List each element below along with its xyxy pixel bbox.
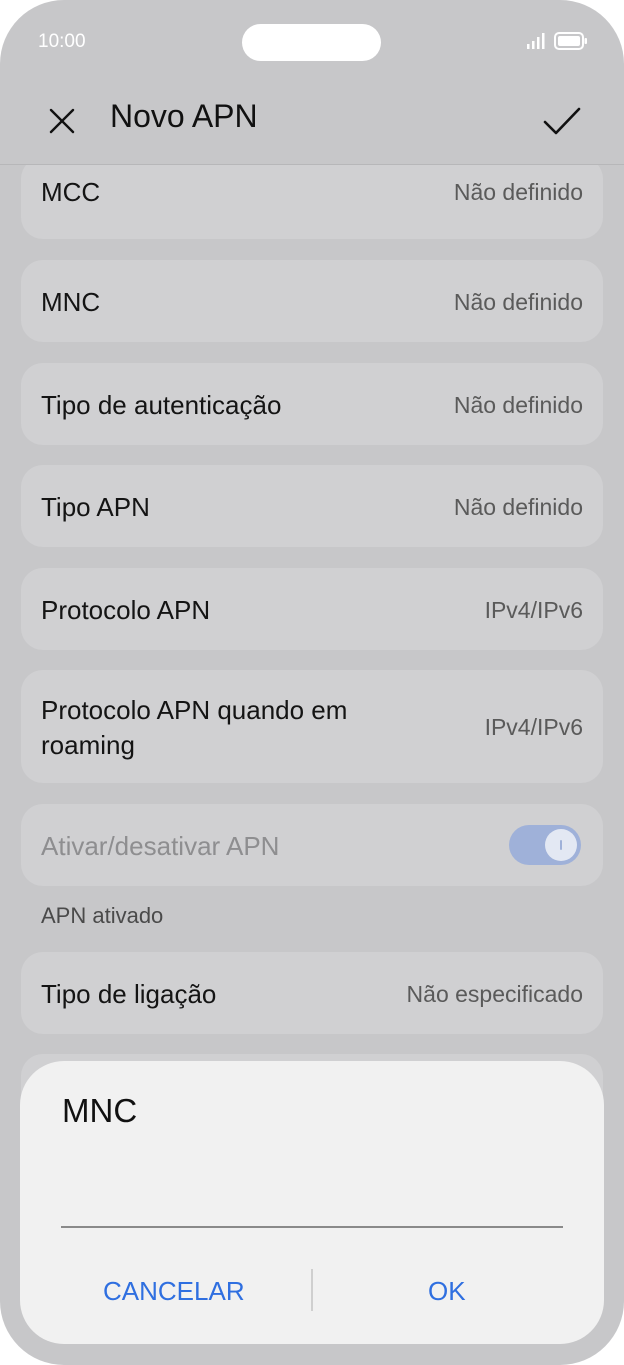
input-underline — [61, 1226, 563, 1228]
battery-icon — [554, 32, 587, 50]
close-icon — [49, 108, 75, 134]
list-item-auth-type[interactable]: Tipo de autenticação Não definido — [21, 363, 603, 445]
apn-status-text: APN ativado — [41, 903, 164, 928]
list-item-apn-protocol[interactable]: Protocolo APN IPv4/IPv6 — [21, 568, 603, 650]
row-label-line1: Protocolo APN quando em — [41, 695, 348, 725]
list-item-apn-toggle: Ativar/desativar APN — [21, 804, 603, 886]
close-button[interactable] — [40, 99, 84, 143]
row-label: Ativar/desativar APN — [41, 831, 280, 861]
row-label-line2: roaming — [41, 730, 135, 760]
save-button[interactable] — [538, 97, 586, 145]
list-item-mcc[interactable]: MCC Não definido — [21, 165, 603, 239]
row-label: Tipo de ligação — [41, 979, 217, 1009]
list-item-mnc[interactable]: MNC Não definido — [21, 260, 603, 342]
row-label: Protocolo APN — [41, 595, 211, 625]
row-label: MCC — [41, 177, 101, 207]
apn-toggle-switch[interactable] — [509, 825, 581, 865]
row-value: Não definido — [453, 179, 583, 205]
dialog-title: MNC — [62, 1092, 138, 1129]
phone-screen: 10:00 Novo APN MCC Não definido MNC Não … — [0, 0, 624, 1365]
mnc-input[interactable] — [41, 1166, 563, 1222]
row-value: Não definido — [453, 392, 583, 418]
button-divider — [311, 1269, 313, 1311]
signal-icon — [527, 33, 545, 49]
check-icon — [543, 107, 581, 135]
row-label: Tipo APN — [41, 492, 150, 522]
list-item-roaming-protocol[interactable]: Protocolo APN quando em roaming IPv4/IPv… — [21, 670, 603, 783]
row-label: Tipo de autenticação — [41, 390, 282, 420]
row-value: Não especificado — [406, 981, 583, 1007]
status-bar: 10:00 — [0, 0, 624, 84]
ok-button[interactable]: OK — [428, 1268, 466, 1314]
list-item-connection-type[interactable]: Tipo de ligação Não especificado — [21, 952, 603, 1034]
toggle-knob — [545, 829, 577, 861]
row-value: IPv4/IPv6 — [484, 597, 583, 623]
status-time: 10:00 — [38, 31, 86, 52]
app-bar: Novo APN — [0, 84, 624, 165]
row-label: MNC — [41, 287, 101, 317]
camera-notch — [242, 24, 381, 61]
row-value: Não definido — [453, 494, 583, 520]
row-value: Não definido — [453, 289, 583, 315]
page-title: Novo APN — [110, 98, 258, 134]
list-item-apn-type[interactable]: Tipo APN Não definido — [21, 465, 603, 547]
row-value: IPv4/IPv6 — [484, 714, 583, 740]
cancel-button[interactable]: CANCELAR — [103, 1268, 245, 1314]
